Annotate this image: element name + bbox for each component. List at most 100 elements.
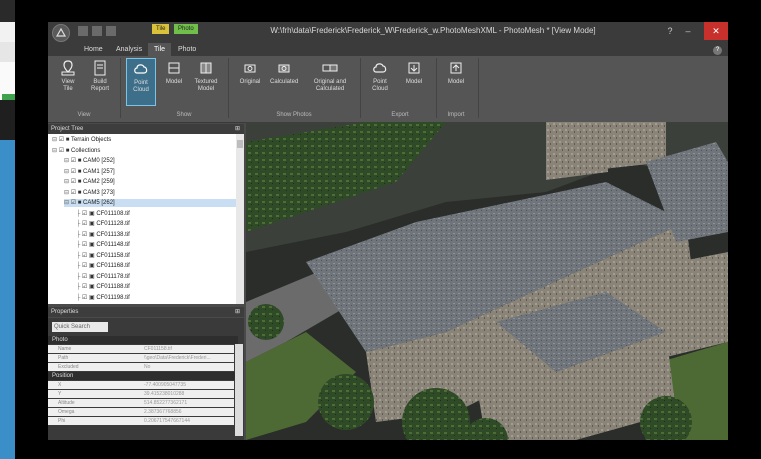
property-row[interactable]: Omega 2.387367768856 [48,408,234,416]
ribbon-tabs: Home Analysis Tile Photo [48,42,728,56]
visibility-checkbox[interactable]: ☑ [82,242,89,248]
ribbon-separator [436,58,437,118]
tab-home[interactable]: Home [78,43,109,56]
visibility-checkbox[interactable]: ☑ [71,200,78,206]
expand-toggle-icon[interactable]: ⊟ [52,137,59,143]
ribbon-separator [478,58,479,118]
visibility-checkbox[interactable]: ☑ [82,284,89,290]
group-label-show-photos: Show Photos [276,112,312,118]
tree-item[interactable]: ├ ☑ ▣ CF011158.tif [76,252,236,260]
expand-toggle-icon[interactable]: ⊟ [64,179,71,185]
export-model-button[interactable]: Model [400,58,428,104]
textured-model-button[interactable]: Textured Model [192,58,220,104]
properties-scrollbar[interactable] [235,344,243,436]
property-category[interactable]: Position [48,372,238,380]
show-calculated-photos-button[interactable]: Calculated [270,58,298,104]
ribbon-separator [228,58,229,118]
property-row[interactable]: Path \\geo\Data\Frederick\Frederi... [48,354,234,362]
visibility-checkbox[interactable]: ☑ [71,158,78,164]
visibility-checkbox[interactable]: ☑ [82,295,89,301]
tree-item[interactable]: ├ ☑ ▣ CF011178.tif [76,273,236,281]
scrollbar-thumb[interactable] [237,140,243,148]
tree-item[interactable]: ├ ☑ ▣ CF011148.tif [76,241,236,249]
property-row[interactable]: Y 39.415238010288 [48,390,234,398]
tree-item[interactable]: ⊟ ☑ ■ CAM3 [273] [64,189,236,197]
tree-item[interactable]: ⊟ ☑ ■ CAM5 [262] [64,199,236,207]
property-row[interactable]: X -77.400905047735 [48,381,234,389]
property-row[interactable]: Excluded No [48,363,234,371]
visibility-checkbox[interactable]: ☑ [59,137,66,143]
view-tile-button[interactable]: View Tile [54,58,82,104]
photomesh-logo-icon[interactable] [52,24,70,42]
export-point-cloud-button[interactable]: Point Cloud [366,58,394,104]
tree-item-label: Collections [71,147,101,154]
tree-item[interactable]: ├ ☑ ▣ CF011108.tif [76,210,236,218]
show-original-and-calculated-button[interactable]: Original and Calculated [310,58,350,104]
visibility-checkbox[interactable]: ☑ [59,148,66,154]
show-original-photos-button[interactable]: Original [236,58,264,104]
property-row[interactable]: Phi 0.206717547667144 [48,417,234,425]
show-point-cloud-button[interactable]: Point Cloud [126,58,156,106]
original-label: Original [239,79,261,85]
visibility-checkbox[interactable]: ☑ [82,263,89,269]
show-model-button[interactable]: Model [160,58,188,104]
expand-toggle-icon[interactable]: ⊟ [52,148,59,154]
visibility-checkbox[interactable]: ☑ [82,232,89,238]
visibility-checkbox[interactable]: ☑ [82,211,89,217]
textured-model-label: Textured Model [194,79,218,92]
tree-item[interactable]: ⊟ ☑ ■ Collections [52,147,236,155]
background-green-marker [2,94,16,100]
tree-item-label: CAM0 [252] [83,158,115,164]
expand-toggle-icon[interactable]: ⊟ [64,169,71,175]
property-row[interactable]: Altitude 514.852277362171 [48,399,234,407]
model-icon [168,62,180,74]
property-value: 514.852277362171 [144,400,188,406]
tree-item[interactable]: ⊟ ☑ ■ CAM0 [252] [64,157,236,165]
panel-pin-icon[interactable]: ⊞ [235,124,240,134]
tab-photo[interactable]: Photo [172,43,202,56]
visibility-checkbox[interactable]: ☑ [71,190,78,196]
help-question-icon[interactable]: ? [660,22,680,40]
tab-analysis[interactable]: Analysis [110,43,148,56]
textured-model-icon [200,62,212,74]
tab-tile[interactable]: Tile [148,43,172,56]
redo-icon[interactable] [106,26,116,36]
ribbon-separator [120,58,121,118]
tree-item[interactable]: ├ ☑ ▣ CF011168.tif [76,262,236,270]
tree-item-label: CF011188.tif [96,284,130,290]
tree-item[interactable]: ├ ☑ ▣ CF011188.tif [76,283,236,291]
visibility-checkbox[interactable]: ☑ [71,169,78,175]
expand-toggle-icon[interactable]: ⊟ [64,200,71,206]
minimize-button[interactable]: – [678,22,698,40]
import-model-button[interactable]: Model [442,58,470,104]
property-category[interactable]: Photo [48,336,238,344]
visibility-checkbox[interactable]: ☑ [71,179,78,185]
tree-item-label: CAM5 [262] [83,200,115,206]
visibility-checkbox[interactable]: ☑ [82,221,89,227]
quick-search-input[interactable]: Quick Search [52,322,108,332]
tree-item[interactable]: ⊟ ☑ ■ CAM1 [257] [64,168,236,176]
close-button[interactable]: ✕ [704,22,728,40]
help-icon[interactable]: ? [713,46,722,55]
view-tile-label: View Tile [61,79,75,92]
panel-pin-icon[interactable]: ⊞ [235,307,240,317]
property-row[interactable]: Name CF011158.tif [48,345,234,353]
visibility-checkbox[interactable]: ☑ [82,253,89,259]
import-model-label: Model [447,79,465,85]
tree-item[interactable]: ⊟ ☑ ■ Terrain Objects [52,136,236,144]
tree-scrollbar[interactable] [236,134,244,304]
expand-toggle-icon[interactable]: ⊟ [64,190,71,196]
tree-item[interactable]: ├ ☑ ▣ CF011138.tif [76,231,236,239]
build-report-button[interactable]: Build Report [86,58,114,104]
undo-icon[interactable] [92,26,102,36]
tree-item[interactable]: ├ ☑ ▣ CF011128.tif [76,220,236,228]
save-icon[interactable] [78,26,88,36]
tree-item[interactable]: ⊟ ☑ ■ CAM2 [259] [64,178,236,186]
expand-toggle-icon[interactable]: ⊟ [64,158,71,164]
visibility-checkbox[interactable]: ☑ [82,274,89,280]
property-key: X [58,382,62,388]
property-key: Omega [58,409,75,415]
3d-viewport[interactable] [246,122,728,440]
tree-item[interactable]: ├ ☑ ▣ CF011198.tif [76,294,236,302]
context-tab-tile: Tile [152,24,170,34]
